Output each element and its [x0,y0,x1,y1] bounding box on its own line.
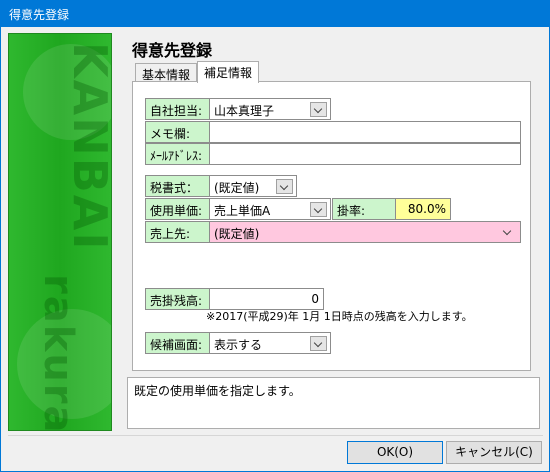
chevron-down-icon[interactable] [276,179,293,194]
select-kouho-gamen-value: 表示する [214,338,263,352]
mail-input[interactable] [209,143,521,165]
window-title: 得意先登録 [9,8,70,22]
ok-button[interactable]: OK(O) [347,441,443,464]
kakeritsu-input[interactable]: 80.0% [395,198,451,220]
urikake-zandaka-input[interactable]: 0 [209,288,324,310]
tab-supplementary-info[interactable]: 補足情報 [197,61,259,83]
select-zeisho[interactable]: (既定値) [209,175,297,197]
select-jisha-tanto-value: 山本真理子 [214,104,275,118]
label-urikake-zandaka: 売掛残高: [145,288,210,310]
label-shiyo-tanka: 使用単価: [145,198,210,220]
chevron-down-icon[interactable] [500,225,517,240]
label-uriagesaki: 売上先: [145,221,210,243]
chevron-down-icon[interactable] [310,202,327,217]
label-memo: メモ欄: [145,121,210,143]
select-uriagesaki-value: (既定値) [214,227,260,241]
chevron-down-icon[interactable] [310,102,327,117]
brand-logo-top: KANBAI [63,42,112,252]
message-text: 既定の使用単価を指定します。 [134,384,301,398]
brand-logo-bottom: rakuraku [35,274,81,431]
brand-side-panel: KANBAI rakuraku [8,33,112,431]
select-jisha-tanto[interactable]: 山本真理子 [209,98,331,120]
label-jisha-tanto: 自社担当: [145,98,210,120]
page-title: 得意先登録 [132,41,213,60]
tab-panel-supplementary: 自社担当: 山本真理子 メモ欄: ﾒｰﾙｱﾄﾞﾚｽ: 税書式： (既定値) 使用… [132,81,531,371]
label-kouho-gamen: 候補画面: [145,332,210,354]
memo-input[interactable] [209,121,521,143]
select-uriagesaki[interactable]: (既定値) [209,221,521,243]
title-bar: 得意先登録 [1,1,549,27]
label-zeisho: 税書式： [145,175,210,197]
select-shiyo-tanka[interactable]: 売上単価A [209,198,331,220]
select-shiyo-tanka-value: 売上単価A [214,204,271,218]
balance-note: ※2017(平成29)年 1月 1日時点の残高を入力します。 [206,310,473,323]
label-kakeritsu: 掛率: [332,198,396,220]
select-zeisho-value: (既定値) [214,181,260,195]
tab-basic-info[interactable]: 基本情報 [135,63,197,82]
footer-divider [8,435,543,436]
message-area: 既定の使用単価を指定します。 [127,377,540,429]
label-mail: ﾒｰﾙｱﾄﾞﾚｽ: [145,143,210,165]
cancel-button[interactable]: キャンセル(C) [446,441,542,464]
select-kouho-gamen[interactable]: 表示する [209,332,331,354]
dialog-window: 得意先登録 KANBAI rakuraku 得意先登録 基本情報 補足情報 自社… [0,0,550,472]
chevron-down-icon[interactable] [310,336,327,351]
